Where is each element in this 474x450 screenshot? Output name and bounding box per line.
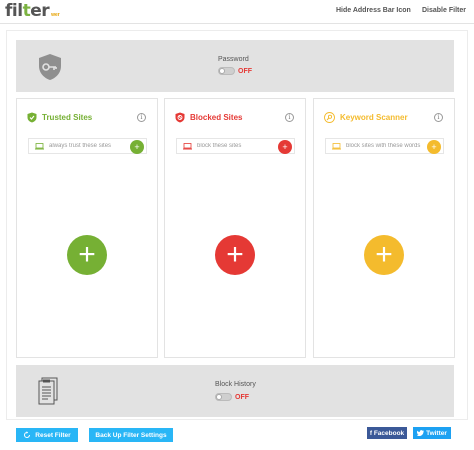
keyword-input-row: +: [325, 138, 444, 154]
logo-text-t: t: [22, 1, 31, 21]
add-keyword-small-button[interactable]: +: [427, 140, 441, 154]
shield-check-icon: [27, 112, 37, 123]
back-up-filter-button[interactable]: Back Up Filter Settings: [89, 428, 173, 442]
logo-text-end: er: [30, 1, 50, 21]
hide-address-bar-link[interactable]: Hide Address Bar Icon: [336, 7, 411, 14]
back-up-filter-label: Back Up Filter Settings: [95, 431, 167, 439]
block-history-band: Block History OFF: [16, 365, 454, 417]
info-icon[interactable]: i: [434, 113, 443, 122]
block-history-label: Block History: [215, 381, 256, 388]
blocked-sites-input[interactable]: [197, 143, 279, 149]
clipboard-list-icon: [38, 377, 58, 405]
password-toggle-group: OFF: [218, 67, 252, 75]
laptop-icon: [29, 142, 49, 150]
shield-block-icon: [175, 112, 185, 123]
password-toggle[interactable]: [218, 67, 235, 75]
card-title: Trusted Sites: [42, 113, 93, 122]
password-band: Password OFF: [16, 40, 454, 92]
add-blocked-site-button[interactable]: +: [215, 235, 255, 275]
twitter-label: Twitter: [426, 429, 447, 437]
password-label: Password: [218, 56, 249, 63]
laptop-icon: [326, 142, 346, 150]
card-header: Blocked Sites: [175, 112, 242, 123]
reset-filter-button[interactable]: Reset Filter: [16, 428, 78, 442]
blocked-sites-card: Blocked Sites i + +: [164, 98, 306, 358]
block-history-toggle[interactable]: [215, 393, 232, 401]
twitter-button[interactable]: Twitter: [413, 427, 451, 439]
logo-subtext: wer: [51, 12, 60, 18]
card-header: Trusted Sites: [27, 112, 92, 123]
facebook-label: f Facebook: [369, 429, 405, 437]
block-history-state: OFF: [235, 393, 249, 401]
card-header: Keyword Scanner: [324, 112, 408, 123]
disable-filter-link[interactable]: Disable Filter: [422, 7, 466, 14]
toggle-knob: [216, 394, 222, 400]
twitter-bird-icon: [417, 430, 425, 436]
app-logo: fil t er wer: [5, 1, 60, 21]
add-blocked-small-button[interactable]: +: [278, 140, 292, 154]
magnifier-icon: [324, 112, 335, 123]
shield-key-icon: [39, 54, 61, 80]
trusted-sites-card: Trusted Sites i + +: [16, 98, 158, 358]
facebook-button[interactable]: f Facebook: [367, 427, 407, 439]
card-title: Blocked Sites: [190, 113, 243, 122]
add-trusted-small-button[interactable]: +: [130, 140, 144, 154]
info-icon[interactable]: i: [137, 113, 146, 122]
laptop-icon: [177, 142, 197, 150]
keyword-scanner-card: Keyword Scanner i + +: [313, 98, 455, 358]
blocked-input-row: +: [176, 138, 295, 154]
add-keyword-button[interactable]: +: [364, 235, 404, 275]
top-bar: fil t er wer Hide Address Bar Icon Disable…: [0, 0, 474, 24]
add-trusted-site-button[interactable]: +: [67, 235, 107, 275]
password-state: OFF: [238, 67, 252, 75]
toggle-knob: [219, 68, 225, 74]
block-history-toggle-group: OFF: [215, 393, 249, 401]
card-title: Keyword Scanner: [340, 113, 408, 122]
refresh-icon: [24, 431, 31, 438]
trusted-input-row: +: [28, 138, 147, 154]
trusted-sites-input[interactable]: [49, 143, 131, 149]
info-icon[interactable]: i: [285, 113, 294, 122]
logo-text-start: fil: [5, 1, 23, 21]
reset-filter-label: Reset Filter: [35, 431, 71, 439]
keyword-input[interactable]: [346, 143, 428, 149]
